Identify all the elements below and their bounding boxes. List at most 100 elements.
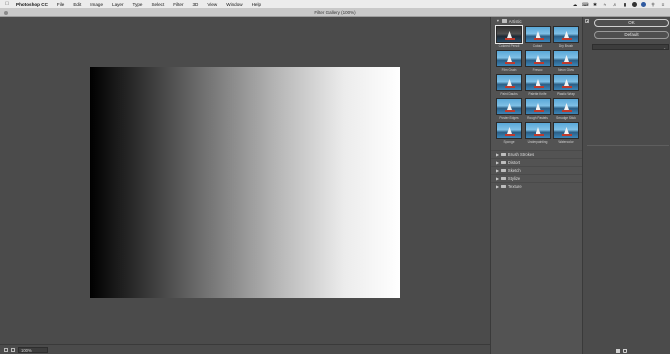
close-window-icon[interactable] (4, 10, 8, 15)
filter-preview-image (553, 26, 579, 43)
boat-hull (505, 134, 515, 136)
ok-button[interactable]: OK (594, 19, 669, 27)
filter-thumbnail[interactable]: Paint Daubs (496, 74, 522, 97)
filter-thumbnail[interactable]: Fresco (524, 50, 551, 73)
zoom-level-select[interactable]: 100% (18, 346, 48, 353)
zoom-out-icon[interactable] (4, 347, 8, 352)
filter-thumbnail-label: Sponge (503, 140, 515, 144)
panel-divider (587, 145, 669, 146)
sailboat-icon (564, 79, 569, 86)
menu-filter[interactable]: Filter (169, 2, 188, 7)
apple-icon[interactable]:  (0, 1, 14, 7)
wifi-icon[interactable]: ≈ (602, 2, 608, 7)
menu-select[interactable]: Select (147, 2, 169, 7)
menu-list-icon[interactable]: ≡ (660, 2, 666, 7)
sailboat-icon (535, 127, 541, 134)
category-artistic[interactable]: ▼ Artistic (491, 17, 582, 25)
sailboat-icon (507, 103, 512, 110)
filter-thumbnail[interactable]: Rough Pastels (524, 98, 551, 121)
filter-thumbnail[interactable]: Sponge (496, 122, 522, 145)
sailboat-icon (507, 55, 512, 62)
filter-select[interactable]: ⌄ (592, 44, 669, 50)
filter-thumbnail[interactable]: Poster Edges (496, 98, 522, 121)
filter-preview-image (553, 74, 579, 91)
folder-icon (500, 160, 506, 165)
collapse-icon[interactable]: ▲ (585, 19, 589, 23)
delete-effect-layer-icon[interactable] (623, 349, 627, 353)
filter-thumbnail[interactable]: Watercolor (553, 122, 579, 145)
category-stylize[interactable]: ▶ Stylize (491, 174, 582, 182)
zoom-in-icon[interactable] (11, 347, 15, 352)
filter-category-list: ▶ Brush Strokes ▶ Distort ▶ Sketch ▶ Stylize ▶ Te… (491, 150, 582, 190)
menu-type[interactable]: Type (128, 2, 147, 7)
filter-thumbnail-label: Rough Pastels (527, 116, 548, 120)
filter-preview-image (496, 98, 522, 115)
filter-thumbnail-label: Fresco (532, 68, 543, 72)
menu-edit[interactable]: Edit (69, 2, 86, 7)
user-avatar-icon[interactable] (632, 1, 637, 7)
default-button[interactable]: Default (594, 31, 669, 39)
effect-layer-controls (616, 349, 627, 353)
new-effect-layer-icon[interactable] (616, 349, 620, 353)
category-texture[interactable]: ▶ Texture (491, 182, 582, 190)
category-distort[interactable]: ▶ Distort (491, 158, 582, 166)
filter-thumbnail[interactable]: Palette Knife (524, 74, 551, 97)
filter-thumbnail[interactable]: Colored Pencil (495, 25, 523, 49)
boat-hull (505, 62, 515, 64)
folder-icon (500, 168, 506, 173)
boat-hull (562, 38, 572, 40)
filter-thumbnail-label: Plastic Wrap (557, 92, 575, 96)
category-label: Texture (507, 184, 522, 189)
window-title: Filter Gallery (100%) (314, 10, 356, 15)
filter-preview-image (496, 50, 522, 67)
folder-icon (500, 152, 506, 157)
filter-thumbnail[interactable]: Film Grain (496, 50, 522, 73)
filter-thumbnail-label: Watercolor (558, 140, 574, 144)
volume-icon[interactable]: ♬ (612, 2, 618, 7)
chevron-down-icon: ⌄ (663, 45, 666, 50)
filter-thumbnail[interactable]: Smudge Stick (553, 98, 579, 121)
menu-3d[interactable]: 3D (188, 2, 203, 7)
filter-thumbnail[interactable]: Plastic Wrap (553, 74, 579, 97)
bluetooth-icon[interactable]: ✱ (592, 2, 598, 7)
menu-file[interactable]: File (52, 2, 68, 7)
sailboat-icon (507, 31, 512, 38)
filter-thumbnail-label: Paint Daubs (500, 92, 518, 96)
menu-layer[interactable]: Layer (108, 2, 129, 7)
menu-app[interactable]: Photoshop CC (14, 2, 52, 7)
filter-preview-image (524, 26, 551, 43)
battery-icon[interactable]: ▮ (622, 2, 628, 7)
preview-image (90, 67, 400, 298)
filter-thumbnail[interactable]: Dry Brush (553, 26, 579, 49)
category-label: Artistic (508, 18, 522, 24)
category-sketch[interactable]: ▶ Sketch (491, 166, 582, 174)
menu-image[interactable]: Image (86, 2, 108, 7)
filter-thumbnail[interactable]: Underpainting (524, 122, 551, 145)
boat-hull (505, 110, 515, 112)
sailboat-icon (564, 103, 569, 110)
search-icon[interactable]: ⚲ (650, 2, 656, 7)
sailboat-icon (535, 31, 541, 38)
folder-icon (500, 176, 506, 181)
boat-hull (533, 110, 544, 112)
menu-view[interactable]: View (203, 2, 222, 7)
sailboat-icon (535, 103, 541, 110)
sailboat-icon (535, 79, 541, 86)
artistic-filter-grid: Colored Pencil Cutout Dry Brush Film Grain F… (491, 25, 582, 145)
expand-right-icon: ▶ (496, 169, 499, 173)
menu-help[interactable]: Help (247, 2, 265, 7)
category-label: Stylize (507, 176, 521, 181)
filter-thumbnail[interactable]: Neon Glow (553, 50, 579, 73)
filter-thumbnail[interactable]: Cutout (524, 26, 551, 49)
filter-settings-panel: ▲ OK Default ⌄ (582, 17, 670, 354)
category-label: Distort (507, 160, 521, 165)
cloud-icon[interactable]: ☁ (572, 2, 578, 7)
preview-area[interactable] (0, 17, 490, 344)
boat-hull (533, 86, 544, 88)
keyboard-icon[interactable]: ⌨ (582, 2, 589, 7)
menu-window[interactable]: Window (222, 2, 247, 7)
expand-down-icon: ▼ (496, 19, 500, 23)
siri-icon[interactable] (641, 1, 646, 7)
filter-thumbnail-label: Cutout (532, 44, 543, 48)
category-brush-strokes[interactable]: ▶ Brush Strokes (491, 150, 582, 158)
